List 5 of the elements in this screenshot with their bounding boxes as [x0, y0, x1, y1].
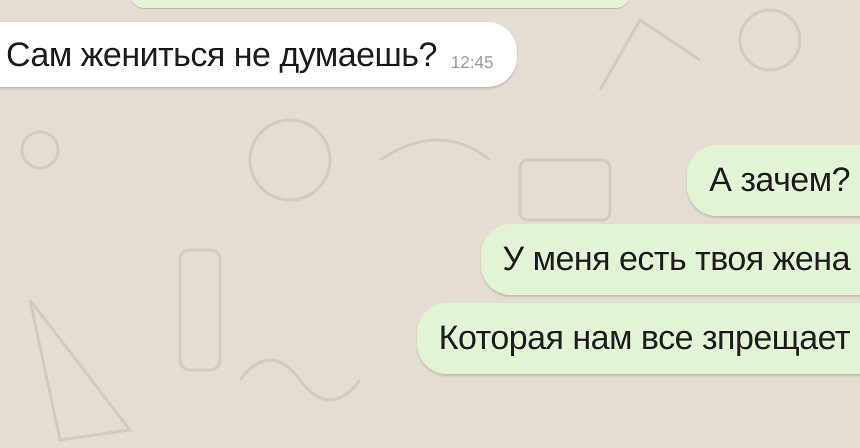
message-text: А зачем?: [709, 161, 850, 200]
message-text: У меня есть твоя жена: [502, 240, 850, 279]
message-text: Сам жениться не думаешь?: [6, 36, 437, 75]
message-text: Которая нам все зпрещает: [438, 319, 850, 358]
message-time: 12:45: [450, 53, 494, 74]
